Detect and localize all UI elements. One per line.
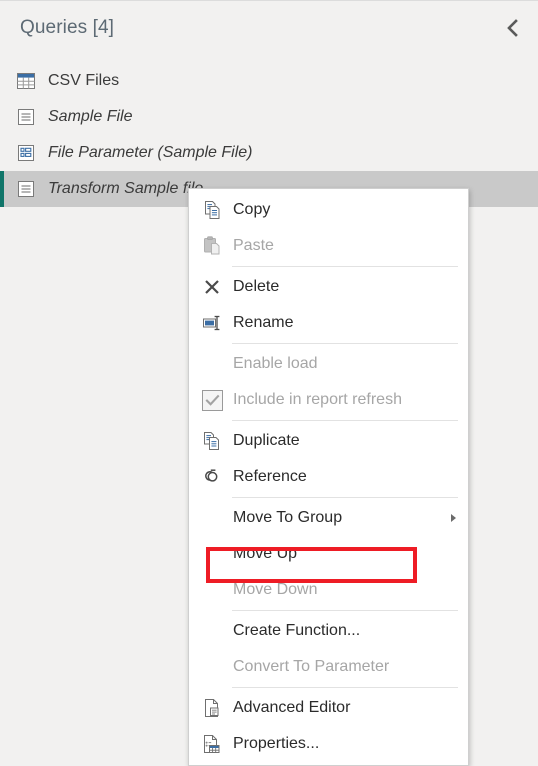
copy-icon xyxy=(197,196,227,224)
menu-item-label: Move To Group xyxy=(233,509,343,526)
menu-item-label: Copy xyxy=(233,201,271,218)
list-item-label: Transform Sample file xyxy=(48,180,204,197)
menu-item-label: Move Up xyxy=(233,545,298,562)
list-item[interactable]: File Parameter (Sample File) xyxy=(0,135,538,171)
menu-separator xyxy=(232,497,458,498)
menu-item-move-up[interactable]: Move Up xyxy=(189,536,468,572)
collapse-pane-button[interactable] xyxy=(496,11,530,45)
menu-item-rename[interactable]: Rename xyxy=(189,305,468,341)
menu-separator xyxy=(232,420,458,421)
menu-item-include-in-report-refresh[interactable]: Include in report refresh xyxy=(189,382,468,418)
context-menu: Copy Paste Delete Rename Enable load Inc… xyxy=(188,188,469,766)
list-item-label: CSV Files xyxy=(48,72,120,89)
menu-item-label: Include in report refresh xyxy=(233,391,402,408)
menu-item-label: Convert To Parameter xyxy=(233,658,390,675)
menu-item-duplicate[interactable]: Duplicate xyxy=(189,423,468,459)
delete-x-icon xyxy=(197,273,227,301)
menu-item-paste[interactable]: Paste xyxy=(189,228,468,264)
no-icon-placeholder xyxy=(197,350,227,378)
menu-item-label: Rename xyxy=(233,314,294,331)
list-item-label: File Parameter (Sample File) xyxy=(48,144,253,161)
query-list: CSV Files Sample File File Parameter (Sa… xyxy=(0,63,538,207)
parameter-list-icon xyxy=(16,143,36,163)
menu-item-advanced-editor[interactable]: Advanced Editor xyxy=(189,690,468,726)
chevron-left-icon xyxy=(505,18,521,38)
advanced-editor-icon xyxy=(197,694,227,722)
menu-item-label: Enable load xyxy=(233,355,318,372)
properties-icon xyxy=(197,730,227,758)
menu-separator xyxy=(232,343,458,344)
menu-separator xyxy=(232,266,458,267)
no-icon-placeholder xyxy=(197,617,227,645)
menu-item-copy[interactable]: Copy xyxy=(189,192,468,228)
no-icon-placeholder xyxy=(197,653,227,681)
menu-item-label: Advanced Editor xyxy=(233,699,351,716)
page-title: Queries [4] xyxy=(20,17,115,38)
menu-item-label: Create Function... xyxy=(233,622,361,639)
menu-item-label: Delete xyxy=(233,278,280,295)
menu-item-label: Paste xyxy=(233,237,274,254)
menu-item-label: Duplicate xyxy=(233,432,300,449)
document-lines-icon xyxy=(16,107,36,127)
table-icon xyxy=(16,71,36,91)
menu-separator xyxy=(232,687,458,688)
list-item-label: Sample File xyxy=(48,108,133,125)
no-icon-placeholder xyxy=(197,504,227,532)
menu-item-label: Reference xyxy=(233,468,307,485)
menu-item-create-function[interactable]: Create Function... xyxy=(189,613,468,649)
menu-item-convert-to-parameter[interactable]: Convert To Parameter xyxy=(189,649,468,685)
menu-item-move-down[interactable]: Move Down xyxy=(189,572,468,608)
queries-pane-header: Queries [4] xyxy=(0,1,538,55)
menu-item-delete[interactable]: Delete xyxy=(189,269,468,305)
menu-item-label: Properties... xyxy=(233,735,320,752)
duplicate-icon xyxy=(197,427,227,455)
reference-link-icon xyxy=(197,463,227,491)
list-item[interactable]: CSV Files xyxy=(0,63,538,99)
chevron-right-icon xyxy=(451,514,456,522)
queries-pane: Queries [4] CSV Files Sample File File P… xyxy=(0,0,538,766)
no-icon-placeholder xyxy=(197,576,227,604)
document-lines-icon xyxy=(16,179,36,199)
menu-item-label: Move Down xyxy=(233,581,318,598)
menu-separator xyxy=(232,610,458,611)
menu-item-reference[interactable]: Reference xyxy=(189,459,468,495)
no-icon-placeholder xyxy=(197,540,227,568)
list-item[interactable]: Sample File xyxy=(0,99,538,135)
rename-icon xyxy=(197,309,227,337)
paste-icon xyxy=(197,232,227,260)
menu-item-properties[interactable]: Properties... xyxy=(189,726,468,762)
checkbox-checked-icon xyxy=(197,386,227,414)
menu-item-enable-load[interactable]: Enable load xyxy=(189,346,468,382)
menu-item-move-to-group[interactable]: Move To Group xyxy=(189,500,468,536)
